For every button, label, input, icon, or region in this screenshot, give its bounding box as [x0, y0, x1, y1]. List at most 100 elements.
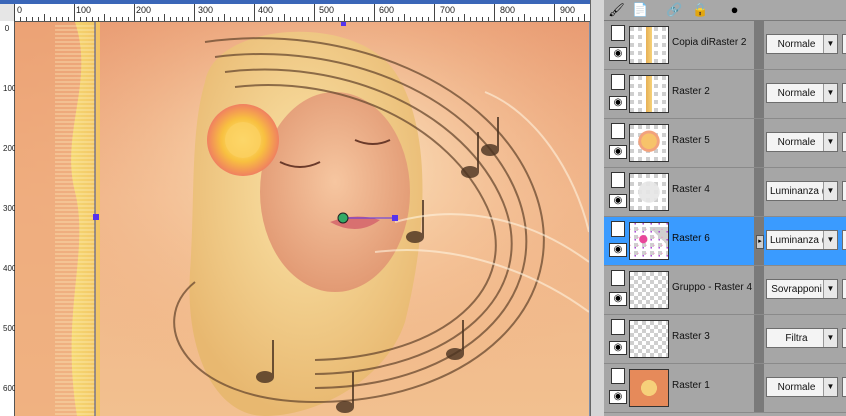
layer-page-icon[interactable] — [611, 74, 625, 90]
chevron-down-icon[interactable]: ▼ — [823, 280, 837, 298]
lock-icon[interactable]: 🔒 — [692, 1, 709, 18]
chevron-down-icon[interactable]: ▼ — [823, 378, 837, 396]
ruler-corner — [0, 4, 15, 22]
layer-divider — [754, 315, 764, 363]
layer-row[interactable]: ◉ Raster 5 Normale ▼ — [604, 119, 846, 168]
artwork-illustration — [15, 22, 589, 416]
ruler-tick: 600 — [3, 384, 17, 393]
horizontal-ruler: 0 100 200 300 400 500 600 700 800 900 — [14, 4, 590, 22]
layer-thumbnail[interactable] — [629, 320, 669, 358]
ruler-tick: 200 — [3, 144, 17, 153]
blend-mode-select[interactable]: Normale ▼ — [766, 83, 838, 103]
ruler-marks — [14, 4, 585, 21]
resize-grip-icon[interactable]: ▸ — [756, 235, 764, 249]
layer-visibility-icons: ◉ — [609, 319, 627, 359]
canvas-area[interactable]: 0 100 200 300 400 500 600 700 800 900 0 … — [0, 0, 590, 416]
layer-row[interactable]: ◉ Raster 2 Normale ▼ — [604, 70, 846, 119]
layer-page-icon[interactable] — [611, 319, 625, 335]
layer-divider — [754, 21, 764, 69]
layer-visibility-icons: ◉ — [609, 172, 627, 212]
opacity-field[interactable] — [842, 83, 846, 103]
chevron-down-icon[interactable]: ▼ — [823, 84, 837, 102]
opacity-field[interactable] — [842, 181, 846, 201]
layer-thumbnail[interactable] — [629, 271, 669, 309]
layer-name[interactable]: Copia diRaster 2 — [672, 37, 746, 48]
chevron-down-icon[interactable]: ▼ — [823, 182, 837, 200]
eye-icon[interactable]: ◉ — [609, 243, 627, 257]
eye-icon[interactable]: ◉ — [609, 47, 627, 61]
layer-page-icon[interactable] — [611, 123, 625, 139]
mask-icon[interactable]: ● — [726, 1, 743, 18]
layer-visibility-icons: ◉ — [609, 25, 627, 65]
layer-page-icon[interactable] — [611, 172, 625, 188]
layer-thumbnail[interactable] — [629, 124, 669, 162]
layer-visibility-icons: ◉ — [609, 221, 627, 261]
eye-icon[interactable]: ◉ — [609, 292, 627, 306]
layers-toolbar: 🖌 📄 🔗 🔒 ● — [604, 0, 846, 21]
layer-thumbnail[interactable] — [629, 222, 669, 260]
layer-name[interactable]: Raster 3 — [672, 331, 710, 342]
document-icon[interactable]: 📄 — [632, 1, 649, 18]
layer-row[interactable]: ◉ Raster 4 Luminanza (e) ▼ — [604, 168, 846, 217]
layers-panel: 🖌 📄 🔗 🔒 ● ◉ Copia diRaster 2 Normale ▼ ◉… — [604, 0, 846, 416]
opacity-field[interactable] — [842, 230, 846, 250]
opacity-field[interactable] — [842, 279, 846, 299]
vertical-ruler: 0 100 200 300 400 500 600 — [0, 21, 17, 416]
eye-icon[interactable]: ◉ — [609, 194, 627, 208]
layer-divider — [754, 364, 764, 412]
eye-icon[interactable]: ◉ — [609, 390, 627, 404]
layer-visibility-icons: ◉ — [609, 270, 627, 310]
layer-thumbnail[interactable] — [629, 75, 669, 113]
layer-page-icon[interactable] — [611, 270, 625, 286]
layer-row[interactable]: ◉ Copia diRaster 2 Normale ▼ — [604, 21, 846, 70]
blend-mode-select[interactable]: Normale ▼ — [766, 377, 838, 397]
layer-name[interactable]: Raster 4 — [672, 184, 710, 195]
blend-mode-select[interactable]: Filtra ▼ — [766, 328, 838, 348]
chevron-down-icon[interactable]: ▼ — [823, 35, 837, 53]
ruler-tick: 300 — [3, 204, 17, 213]
blend-mode-select[interactable]: Sovrapponi ▼ — [766, 279, 838, 299]
eye-icon[interactable]: ◉ — [609, 96, 627, 110]
layer-thumbnail[interactable] — [629, 369, 669, 407]
brush-icon[interactable]: 🖌 — [608, 1, 625, 18]
link-icon[interactable]: 🔗 — [666, 1, 683, 18]
layer-row[interactable]: ◉ Raster 1 Normale ▼ — [604, 364, 846, 413]
layer-divider — [754, 266, 764, 314]
layer-visibility-icons: ◉ — [609, 123, 627, 163]
layer-divider — [754, 168, 764, 216]
opacity-field[interactable] — [842, 34, 846, 54]
eye-icon[interactable]: ◉ — [609, 341, 627, 355]
eye-icon[interactable]: ◉ — [609, 145, 627, 159]
chevron-down-icon[interactable]: ▼ — [823, 133, 837, 151]
layer-thumbnail[interactable] — [629, 173, 669, 211]
layer-row[interactable]: ◉ Raster 6 ▸ Luminanza (e) ▼ — [604, 217, 846, 266]
layer-name[interactable]: Raster 1 — [672, 380, 710, 391]
layer-row[interactable]: ◉ Gruppo - Raster 4 Sovrapponi ▼ — [604, 266, 846, 315]
layer-row[interactable]: ◉ Raster 3 Filtra ▼ — [604, 315, 846, 364]
layer-name[interactable]: Raster 5 — [672, 135, 710, 146]
ruler-tick: 500 — [3, 324, 17, 333]
blend-mode-select[interactable]: Normale ▼ — [766, 34, 838, 54]
layer-page-icon[interactable] — [611, 368, 625, 384]
blend-mode-select[interactable]: Luminanza (e) ▼ — [766, 181, 838, 201]
ruler-tick: 400 — [3, 264, 17, 273]
canvas-vertical-scrollbar[interactable] — [590, 0, 605, 416]
blend-mode-select[interactable]: Luminanza (e) ▼ — [766, 230, 838, 250]
layer-page-icon[interactable] — [611, 25, 625, 41]
artwork-canvas[interactable] — [15, 22, 589, 416]
ruler-tick: 0 — [4, 24, 10, 33]
layer-page-icon[interactable] — [611, 221, 625, 237]
layer-divider — [754, 70, 764, 118]
layer-name[interactable]: Raster 6 — [672, 233, 710, 244]
layer-divider — [754, 119, 764, 167]
chevron-down-icon[interactable]: ▼ — [823, 231, 837, 249]
blend-mode-select[interactable]: Normale ▼ — [766, 132, 838, 152]
opacity-field[interactable] — [842, 132, 846, 152]
opacity-field[interactable] — [842, 377, 846, 397]
layer-thumbnail[interactable] — [629, 26, 669, 64]
chevron-down-icon[interactable]: ▼ — [823, 329, 837, 347]
layer-name[interactable]: Raster 2 — [672, 86, 710, 97]
ruler-tick: 100 — [3, 84, 17, 93]
layer-name[interactable]: Gruppo - Raster 4 — [672, 282, 752, 293]
opacity-field[interactable] — [842, 328, 846, 348]
